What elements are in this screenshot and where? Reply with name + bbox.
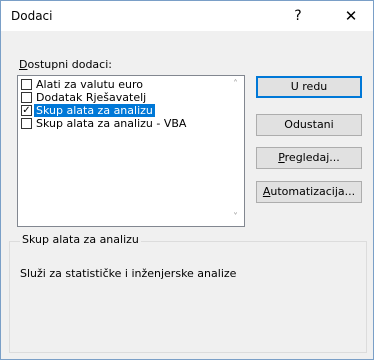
- checkbox[interactable]: [21, 118, 32, 129]
- list-item[interactable]: Dodatak Rješavatelj: [18, 91, 228, 104]
- ok-button[interactable]: U redu: [256, 76, 362, 98]
- vertical-scrollbar[interactable]: ˄ ˅: [227, 76, 244, 226]
- list-item-label: Alati za valutu euro: [36, 78, 144, 91]
- description-title: Skup alata za analizu: [20, 233, 141, 246]
- dialog-title: Dodaci: [11, 9, 53, 23]
- help-button[interactable]: ?: [287, 5, 309, 27]
- title-bar: Dodaci ? ✕: [1, 1, 373, 31]
- description-text: Služi za statističke i inženjerske anali…: [20, 267, 237, 280]
- browse-rest: regledaj...: [284, 151, 340, 164]
- checkbox[interactable]: [21, 79, 32, 90]
- list-item[interactable]: ✓ Skup alata za analizu: [18, 104, 228, 117]
- close-button[interactable]: ✕: [336, 4, 366, 28]
- automation-rest: utomatizacija...: [270, 185, 356, 198]
- browse-button[interactable]: Pregledaj...: [256, 147, 362, 169]
- checkbox[interactable]: [21, 92, 32, 103]
- scroll-up-icon[interactable]: ˄: [227, 76, 244, 93]
- checkbox-checked[interactable]: ✓: [21, 105, 32, 116]
- cancel-button[interactable]: Odustani: [256, 114, 362, 136]
- list-label-rest: ostupni dodaci:: [27, 58, 112, 71]
- description-group: Skup alata za analizu Služi za statistič…: [9, 233, 367, 353]
- list-item-label: Skup alata za analizu - VBA: [36, 117, 187, 130]
- list-label: Dostupni dodaci:: [19, 58, 112, 71]
- list-item-label: Dodatak Rješavatelj: [36, 91, 147, 104]
- automation-button[interactable]: Automatizacija...: [256, 181, 362, 203]
- list-item[interactable]: Skup alata za analizu - VBA: [18, 117, 228, 130]
- scroll-down-icon[interactable]: ˅: [227, 209, 244, 226]
- addins-listbox[interactable]: Alati za valutu euro Dodatak Rješavatelj…: [17, 75, 245, 227]
- list-item-label: Skup alata za analizu: [34, 104, 155, 117]
- add-ins-dialog: Dodaci ? ✕ Dostupni dodaci: Alati za val…: [0, 0, 374, 360]
- list-item[interactable]: Alati za valutu euro: [18, 78, 228, 91]
